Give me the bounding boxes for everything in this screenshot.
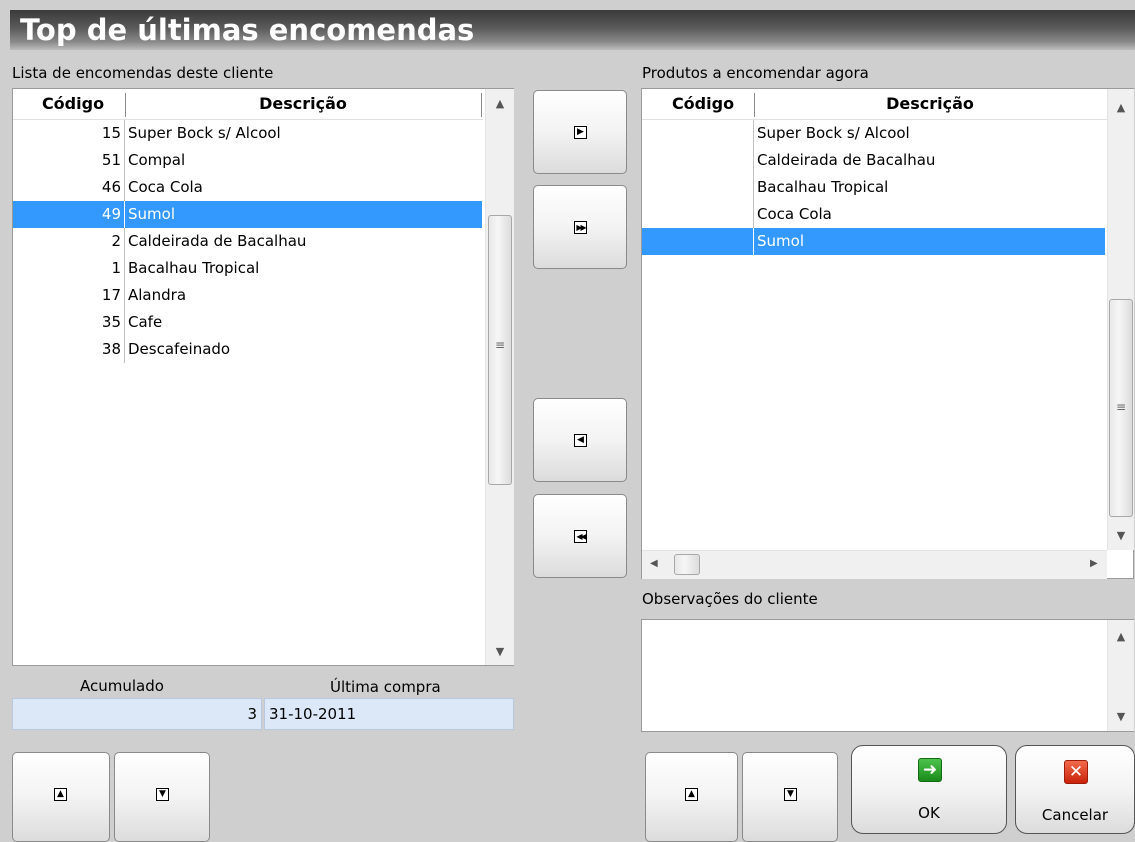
- scroll-up-icon[interactable]: ▲: [1108, 630, 1134, 643]
- move-all-left-button[interactable]: ◀◀: [533, 494, 627, 578]
- row-code: 1: [111, 259, 121, 277]
- arrow-right-icon: ➜: [918, 758, 942, 782]
- row-code: 38: [101, 340, 121, 358]
- window-title: Top de últimas encomendas: [20, 13, 475, 47]
- row-description: Descafeinado: [124, 336, 230, 363]
- notes-label: Observações do cliente: [642, 590, 818, 608]
- row-code: 15: [101, 124, 121, 142]
- order-history-list[interactable]: Código Descrição 15 Super Bock s/ Alcool 5…: [12, 88, 514, 666]
- acumulado-label: Acumulado: [80, 677, 164, 695]
- row-description: Caldeirada de Bacalhau: [753, 147, 935, 174]
- ultima-compra-label: Última compra: [330, 678, 441, 696]
- list-header: Código Descrição: [642, 89, 1107, 120]
- row-description: Super Bock s/ Alcool: [753, 120, 910, 147]
- notes-textarea[interactable]: ▲ ▼: [641, 619, 1134, 732]
- title-bar: Top de últimas encomendas: [10, 10, 1135, 50]
- arrow-down-icon: ▼: [784, 788, 797, 801]
- left-move-up-button[interactable]: ▲: [12, 752, 110, 842]
- row-description: Coca Cola: [124, 174, 203, 201]
- row-description: Sumol: [124, 201, 175, 228]
- right-list-vscrollbar[interactable]: ▲ ≡ ▼: [1107, 89, 1134, 550]
- arrow-up-icon: ▲: [685, 788, 698, 801]
- row-description: Bacalhau Tropical: [124, 255, 259, 282]
- row-description: Coca Cola: [753, 201, 832, 228]
- scroll-down-icon[interactable]: ▼: [486, 645, 514, 658]
- right-move-down-button[interactable]: ▼: [742, 752, 838, 842]
- acumulado-value: 3: [12, 698, 262, 730]
- list-row[interactable]: 35 Cafe: [13, 309, 482, 336]
- row-description: Bacalhau Tropical: [753, 174, 888, 201]
- close-icon: ✕: [1064, 760, 1088, 784]
- row-code: 35: [101, 313, 121, 331]
- ultima-compra-value: 31-10-2011: [264, 698, 514, 730]
- list-row[interactable]: Coca Cola: [642, 201, 1105, 228]
- fast-forward-icon: ▶▶: [574, 221, 587, 234]
- row-code: 17: [101, 286, 121, 304]
- row-description: Super Bock s/ Alcool: [124, 120, 281, 147]
- list-header: Código Descrição: [13, 89, 483, 120]
- row-code: 2: [111, 232, 121, 250]
- scroll-thumb[interactable]: ≡: [1109, 299, 1133, 517]
- hscroll-thumb[interactable]: [674, 554, 700, 575]
- list-row[interactable]: 17 Alandra: [13, 282, 482, 309]
- row-description: Alandra: [124, 282, 186, 309]
- play-right-icon: ▶: [574, 126, 587, 139]
- row-code: 51: [101, 151, 121, 169]
- list-row[interactable]: Caldeirada de Bacalhau: [642, 147, 1105, 174]
- cancel-label: Cancelar: [1041, 806, 1109, 824]
- column-header-code[interactable]: Código: [23, 89, 123, 119]
- move-all-right-button[interactable]: ▶▶: [533, 185, 627, 269]
- row-code: 46: [101, 178, 121, 196]
- products-to-order-list[interactable]: Código Descrição Super Bock s/ Alcool Cal…: [641, 88, 1134, 579]
- arrow-up-icon: ▲: [54, 788, 67, 801]
- rewind-icon: ◀◀: [574, 530, 587, 543]
- right-list-hscrollbar[interactable]: ◀ ▶: [642, 550, 1107, 579]
- left-list-label: Lista de encomendas deste cliente: [12, 64, 274, 82]
- scroll-up-icon[interactable]: ▲: [486, 97, 514, 110]
- right-list-label: Produtos a encomendar agora: [642, 64, 869, 82]
- left-list-scrollbar[interactable]: ▲ ≡ ▼: [485, 89, 514, 665]
- scroll-up-icon[interactable]: ▲: [1108, 101, 1134, 114]
- column-header-description[interactable]: Descrição: [126, 89, 480, 119]
- scroll-down-icon[interactable]: ▼: [1108, 710, 1134, 723]
- list-row[interactable]: 46 Coca Cola: [13, 174, 482, 201]
- move-right-button[interactable]: ▶: [533, 90, 627, 174]
- list-row[interactable]: 1 Bacalhau Tropical: [13, 255, 482, 282]
- arrow-down-icon: ▼: [156, 788, 169, 801]
- column-header-code[interactable]: Código: [652, 89, 754, 119]
- left-move-down-button[interactable]: ▼: [114, 752, 210, 842]
- list-row[interactable]: 49 Sumol: [13, 201, 482, 228]
- notes-value: [642, 620, 1133, 628]
- notes-scrollbar[interactable]: ▲ ▼: [1107, 620, 1134, 731]
- right-move-up-button[interactable]: ▲: [645, 752, 738, 842]
- move-left-button[interactable]: ◀: [533, 398, 627, 482]
- cancel-button[interactable]: ✕ Cancelar: [1015, 745, 1135, 834]
- list-row[interactable]: 38 Descafeinado: [13, 336, 482, 363]
- list-row[interactable]: 2 Caldeirada de Bacalhau: [13, 228, 482, 255]
- row-description: Caldeirada de Bacalhau: [124, 228, 306, 255]
- row-description: Compal: [124, 147, 185, 174]
- ok-button[interactable]: ➜ OK: [851, 745, 1007, 834]
- scroll-down-icon[interactable]: ▼: [1108, 529, 1134, 542]
- list-row[interactable]: Super Bock s/ Alcool: [642, 120, 1105, 147]
- row-code: 49: [101, 205, 121, 223]
- ok-label: OK: [918, 804, 940, 822]
- scroll-left-icon[interactable]: ◀: [650, 558, 658, 569]
- scroll-thumb[interactable]: ≡: [488, 215, 512, 485]
- list-row[interactable]: Bacalhau Tropical: [642, 174, 1105, 201]
- play-left-icon: ◀: [574, 434, 587, 447]
- row-description: Sumol: [753, 228, 804, 255]
- list-row[interactable]: 15 Super Bock s/ Alcool: [13, 120, 482, 147]
- list-row[interactable]: 51 Compal: [13, 147, 482, 174]
- row-description: Cafe: [124, 309, 162, 336]
- list-row[interactable]: Sumol: [642, 228, 1105, 255]
- column-header-description[interactable]: Descrição: [755, 89, 1105, 119]
- scroll-right-icon[interactable]: ▶: [1090, 558, 1098, 569]
